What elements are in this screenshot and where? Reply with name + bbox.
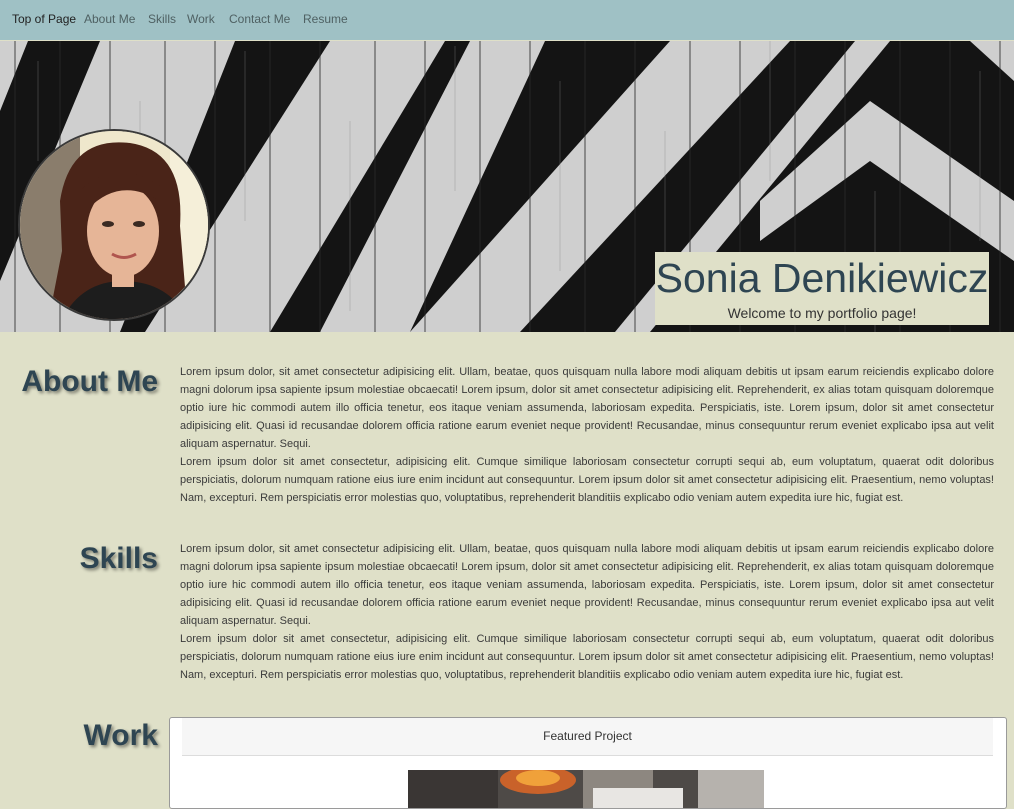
- skills-heading: Skills: [79, 542, 158, 575]
- site-owner-name: Sonia Denikiewicz: [655, 255, 989, 301]
- nav-link-resume[interactable]: Resume: [303, 12, 348, 26]
- nav-link-top-of-page[interactable]: Top of Page: [12, 12, 76, 26]
- hero-banner: Sonia Denikiewicz Welcome to my portfoli…: [0, 41, 1014, 332]
- name-banner: Sonia Denikiewicz Welcome to my portfoli…: [655, 252, 989, 325]
- project-thumbnail[interactable]: [408, 770, 764, 808]
- work-heading: Work: [83, 719, 158, 752]
- about-body: Lorem ipsum dolor, sit amet consectetur …: [180, 363, 994, 507]
- featured-project-card: Featured Project: [169, 717, 1007, 809]
- nav-link-work[interactable]: Work: [187, 12, 215, 26]
- about-heading: About Me: [21, 365, 158, 398]
- about-paragraph: Lorem ipsum dolor sit amet consectetur, …: [180, 456, 994, 504]
- top-navbar: Top of Page About Me Skills Work Contact…: [0, 0, 1014, 40]
- hero-tagline: Welcome to my portfolio page!: [727, 305, 917, 321]
- profile-photo: [18, 129, 210, 321]
- nav-link-contact-me[interactable]: Contact Me: [229, 12, 290, 26]
- skills-paragraph: Lorem ipsum dolor sit amet consectetur, …: [180, 633, 994, 681]
- card-header: Featured Project: [182, 718, 993, 756]
- skills-body: Lorem ipsum dolor, sit amet consectetur …: [180, 540, 994, 684]
- nav-link-skills[interactable]: Skills: [148, 12, 176, 26]
- about-paragraph: Lorem ipsum dolor, sit amet consectetur …: [180, 366, 994, 450]
- nav-link-about-me[interactable]: About Me: [84, 12, 135, 26]
- skills-paragraph: Lorem ipsum dolor, sit amet consectetur …: [180, 543, 994, 627]
